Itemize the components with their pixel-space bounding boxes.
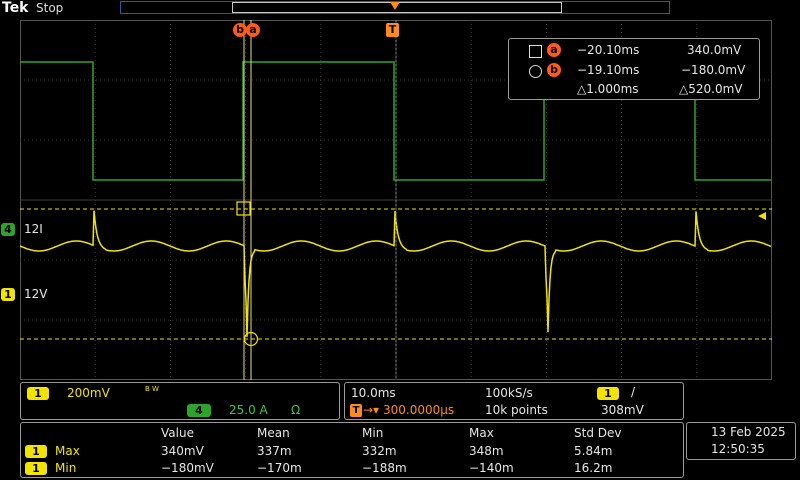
cursor-a-badge: a — [547, 43, 561, 57]
cursor-b-value: −180.0mV — [681, 63, 746, 77]
meas-cell: 16.2m — [574, 461, 613, 475]
circle-cursor-icon — [529, 65, 542, 78]
ch4-ground-marker[interactable]: 4 — [1, 223, 15, 236]
meas-cell: 337m — [257, 444, 292, 458]
ch1-label: 12V — [24, 287, 48, 301]
bandwidth-limit-indicator: B W — [145, 385, 159, 393]
meas-cell: −180mV — [161, 461, 214, 475]
run-status[interactable]: Stop — [36, 1, 63, 15]
datetime-panel[interactable]: 13 Feb 2025 12:50:35 — [686, 422, 796, 460]
delay-arrow-icon: →▾ — [363, 403, 380, 417]
meas-row-name: Max — [55, 444, 80, 458]
brand-logo: Tek — [2, 0, 29, 16]
meas-header-min: Min — [362, 426, 384, 440]
trigger-level[interactable]: 308mV — [601, 403, 644, 417]
meas-cell: 340mV — [161, 444, 204, 458]
meas-cell: 5.84m — [574, 444, 613, 458]
trigger-slope-icon[interactable]: / — [631, 385, 635, 399]
trigger-delay-icon: T — [350, 404, 362, 417]
cursor-delta-value: △520.0mV — [679, 82, 743, 96]
meas-cell: −170m — [257, 461, 302, 475]
meas-cell: 332m — [362, 444, 397, 458]
meas-row-ch-badge: 1 — [25, 445, 47, 458]
meas-header-stddev: Std Dev — [574, 426, 622, 440]
ch4-label: 12I — [24, 222, 43, 236]
date: 13 Feb 2025 — [711, 425, 786, 439]
trigger-marker[interactable]: T — [386, 23, 399, 37]
ch4-termination-icon: Ω — [291, 403, 301, 417]
horizontal-trigger-panel[interactable]: 10.0ms 100kS/s 1 / T →▾ 300.0000µs 10k p… — [344, 382, 684, 420]
trigger-source-badge[interactable]: 1 — [597, 387, 619, 400]
cursor-a-marker[interactable]: a — [246, 23, 260, 37]
cursor-a-value: 340.0mV — [687, 43, 742, 57]
meas-cell: −188m — [362, 461, 407, 475]
cursor-b-time: −19.10ms — [577, 63, 640, 77]
meas-row-ch-badge: 1 — [25, 462, 47, 475]
ch1-badge[interactable]: 1 — [27, 387, 49, 400]
cursor-b-marker[interactable]: b — [233, 23, 247, 37]
measurements-panel[interactable]: Value Mean Min Max Std Dev 1 Max 340mV 3… — [20, 422, 684, 478]
trigger-delay[interactable]: 300.0000µs — [383, 403, 454, 417]
sample-rate: 100kS/s — [485, 386, 533, 400]
time: 12:50:35 — [711, 442, 765, 456]
meas-header-value: Value — [161, 426, 194, 440]
cursor-b-badge: b — [547, 63, 561, 77]
meas-header-max: Max — [469, 426, 494, 440]
meas-cell: 348m — [469, 444, 504, 458]
meas-row-name: Min — [55, 461, 77, 475]
ch1-ground-marker[interactable]: 1 — [1, 288, 15, 301]
cursor-delta-time: △1.000ms — [577, 82, 639, 96]
cursor-a-time: −20.10ms — [577, 43, 640, 57]
trigger-position-icon[interactable] — [390, 2, 400, 10]
meas-cell: −140m — [469, 461, 514, 475]
timebase[interactable]: 10.0ms — [351, 386, 396, 400]
record-length[interactable]: 10k points — [485, 403, 548, 417]
ch1-scale[interactable]: 200mV — [67, 386, 110, 400]
trigger-level-arrow[interactable] — [758, 212, 766, 220]
ch4-badge[interactable]: 4 — [187, 404, 211, 417]
cursor-readout-panel[interactable]: a −20.10ms 340.0mV b −19.10ms −180.0mV △… — [508, 38, 760, 100]
square-cursor-icon — [529, 45, 542, 58]
ch4-scale[interactable]: 25.0 A — [229, 403, 268, 417]
vertical-settings-panel[interactable]: 1 200mV B W 4 25.0 A Ω — [20, 382, 340, 420]
meas-header-mean: Mean — [257, 426, 290, 440]
